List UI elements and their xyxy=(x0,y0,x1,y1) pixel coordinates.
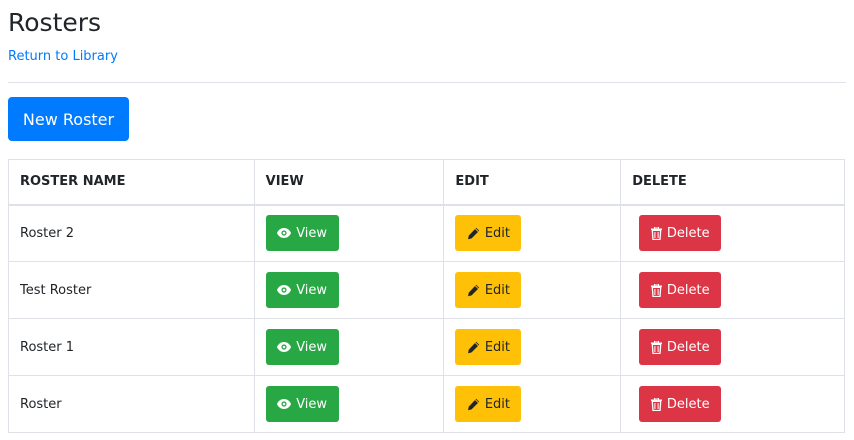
trash-icon xyxy=(650,340,662,354)
new-roster-button[interactable]: New Roster xyxy=(8,97,129,141)
edit-cell: Edit xyxy=(443,261,622,319)
view-button-label: View xyxy=(296,339,328,355)
delete-button-label: Delete xyxy=(666,339,710,355)
table-row: Roster 2 View Edit Delete xyxy=(8,204,845,262)
trash-icon xyxy=(650,397,662,411)
header-roster-name: ROSTER NAME xyxy=(8,159,255,206)
pencil-icon xyxy=(467,398,480,411)
header-edit: EDIT xyxy=(443,159,622,206)
table-row: Roster View Edit Delete xyxy=(8,375,845,433)
view-button[interactable]: View xyxy=(265,386,339,422)
trash-icon xyxy=(650,283,662,297)
table-header-row: ROSTER NAME VIEW EDIT DELETE xyxy=(8,159,845,206)
edit-cell: Edit xyxy=(443,204,622,262)
delete-button[interactable]: Delete xyxy=(639,386,722,422)
pencil-icon xyxy=(467,227,480,240)
delete-button[interactable]: Delete xyxy=(639,272,722,308)
pencil-icon xyxy=(467,284,480,297)
rosters-table: ROSTER NAME VIEW EDIT DELETE Roster 2 Vi… xyxy=(8,159,845,433)
delete-button[interactable]: Delete xyxy=(639,215,722,252)
delete-button-label: Delete xyxy=(666,396,710,412)
delete-cell: Delete xyxy=(620,261,845,319)
pencil-icon xyxy=(467,341,480,354)
view-cell: View xyxy=(253,375,445,433)
edit-button[interactable]: Edit xyxy=(455,386,522,422)
roster-name: Roster xyxy=(20,396,62,412)
delete-cell: Delete xyxy=(620,318,845,376)
view-button-label: View xyxy=(296,225,328,241)
edit-button-label: Edit xyxy=(484,339,511,355)
roster-name: Roster 1 xyxy=(20,339,75,355)
delete-button[interactable]: Delete xyxy=(639,329,722,365)
view-cell: View xyxy=(253,204,445,262)
roster-name-cell: Test Roster xyxy=(8,261,255,319)
table-row: Roster 1 View Edit Delete xyxy=(8,318,845,376)
edit-button-label: Edit xyxy=(484,282,511,298)
return-to-library-link[interactable]: Return to Library xyxy=(8,49,118,65)
view-cell: View xyxy=(253,318,445,376)
view-button[interactable]: View xyxy=(265,272,339,308)
eye-icon xyxy=(277,399,292,409)
roster-name: Test Roster xyxy=(20,282,92,298)
trash-icon xyxy=(650,226,662,240)
delete-cell: Delete xyxy=(620,375,845,433)
delete-button-label: Delete xyxy=(666,282,710,298)
roster-name-cell: Roster 1 xyxy=(8,318,255,376)
table-row: Test Roster View Edit Delete xyxy=(8,261,845,319)
view-button[interactable]: View xyxy=(265,329,339,365)
header-view: VIEW xyxy=(253,159,445,206)
roster-name-cell: Roster 2 xyxy=(8,204,255,262)
delete-button-label: Delete xyxy=(666,225,710,241)
roster-name-cell: Roster xyxy=(8,375,255,433)
edit-button-label: Edit xyxy=(484,225,511,241)
edit-button[interactable]: Edit xyxy=(455,215,522,252)
eye-icon xyxy=(277,285,292,295)
divider xyxy=(8,82,846,83)
header-delete: DELETE xyxy=(620,159,845,206)
edit-button[interactable]: Edit xyxy=(455,329,522,365)
eye-icon xyxy=(277,342,292,352)
view-button-label: View xyxy=(296,282,328,298)
view-cell: View xyxy=(253,261,445,319)
view-button-label: View xyxy=(296,396,328,412)
eye-icon xyxy=(277,228,292,239)
edit-cell: Edit xyxy=(443,318,622,376)
edit-button-label: Edit xyxy=(484,396,511,412)
page-title: Rosters xyxy=(8,8,102,37)
roster-name: Roster 2 xyxy=(20,225,75,241)
view-button[interactable]: View xyxy=(265,215,339,252)
edit-button[interactable]: Edit xyxy=(455,272,522,308)
edit-cell: Edit xyxy=(443,375,622,433)
delete-cell: Delete xyxy=(620,204,845,262)
